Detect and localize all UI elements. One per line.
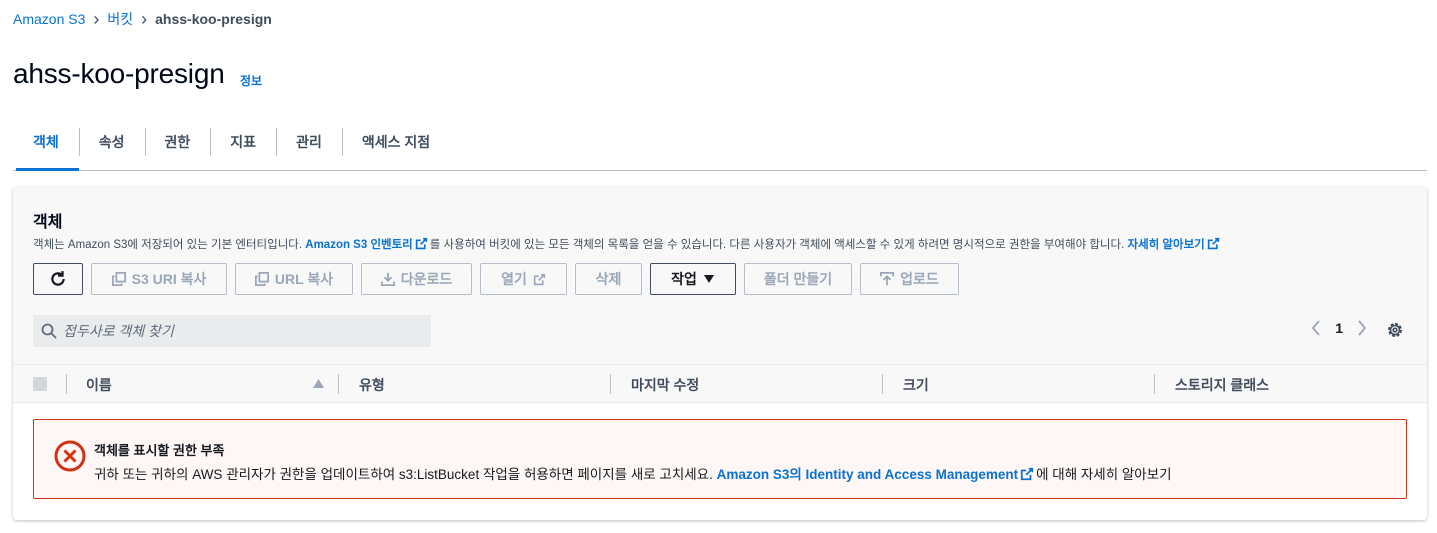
download-button[interactable]: 다운로드	[361, 263, 472, 295]
column-divider[interactable]	[338, 374, 339, 394]
button-label: 업로드	[900, 271, 939, 287]
external-link-icon	[1020, 467, 1034, 481]
permission-error-alert: 객체를 표시할 권한 부족 귀하 또는 귀하의 AWS 관리자가 권한을 업데이…	[33, 419, 1407, 499]
desc-text: 를 사용하여 버킷에 있는 모든 객체의 목록을 얻을 수 있습니다. 다른 사…	[429, 239, 1125, 251]
tab-permissions[interactable]: 권한	[144, 125, 211, 170]
external-link-icon	[415, 237, 427, 250]
chevron-right-icon: ›	[93, 9, 100, 29]
error-icon	[54, 440, 86, 472]
learn-more-link[interactable]: 자세히 알아보기	[1128, 239, 1205, 251]
button-label: 삭제	[595, 271, 622, 287]
tab-label: 액세스 지점	[361, 133, 431, 150]
info-link[interactable]: 정보	[240, 72, 262, 89]
sort-ascending-icon[interactable]	[313, 379, 324, 388]
tab-objects[interactable]: 객체	[13, 125, 79, 171]
upload-icon	[880, 272, 895, 286]
tab-label: 속성	[98, 133, 125, 150]
column-last-modified[interactable]: 마지막 수정	[631, 375, 699, 395]
tab-management[interactable]: 관리	[276, 125, 342, 170]
external-link-icon	[533, 273, 546, 285]
column-divider[interactable]	[1154, 374, 1155, 394]
tab-metrics[interactable]: 지표	[210, 125, 276, 170]
alert-text: 귀하 또는 귀하의 AWS 관리자가 권한을 업데이트하여 s3:ListBuc…	[94, 467, 713, 482]
button-label: 다운로드	[400, 271, 453, 287]
refresh-button[interactable]	[33, 263, 83, 295]
desc-text: 객체는 Amazon S3에 저장되어 있는 기본 엔터티입니다.	[33, 239, 303, 251]
upload-button[interactable]: 업로드	[860, 263, 959, 295]
iam-link[interactable]: Amazon S3의 Identity and Access Managemen…	[717, 467, 1019, 482]
tab-bar: 객체 속성 권한 지표 관리 액세스 지점	[13, 125, 1427, 171]
select-all-checkbox[interactable]	[33, 377, 47, 391]
objects-description: 객체는 Amazon S3에 저장되어 있는 기본 엔터티입니다. Amazon…	[33, 236, 1222, 252]
search-icon	[41, 323, 57, 339]
column-divider	[66, 374, 67, 394]
column-type[interactable]: 유형	[359, 375, 385, 395]
alert-title: 객체를 표시할 권한 부족	[94, 443, 225, 458]
chevron-left-icon[interactable]	[1311, 320, 1321, 336]
tab-label: 관리	[296, 133, 322, 150]
table-header: 이름 유형 마지막 수정 크기 스토리지 클래스	[13, 364, 1427, 403]
column-storage-class[interactable]: 스토리지 클래스	[1175, 375, 1269, 395]
breadcrumb-amazon-s3[interactable]: Amazon S3	[13, 11, 85, 27]
tab-access-points[interactable]: 액세스 지점	[341, 125, 450, 170]
inventory-link[interactable]: Amazon S3 인벤토리	[305, 239, 413, 251]
column-divider[interactable]	[882, 374, 883, 394]
button-label: 열기	[501, 271, 527, 287]
column-name[interactable]: 이름	[86, 375, 112, 395]
alert-text-tail: 에 대해 자세히 알아보기	[1036, 467, 1172, 482]
breadcrumb: Amazon S3 › 버킷 › ahss-koo-presign	[13, 9, 272, 29]
column-size[interactable]: 크기	[903, 375, 929, 395]
gear-icon[interactable]	[1386, 321, 1404, 339]
chevron-right-icon[interactable]	[1357, 320, 1367, 336]
column-divider[interactable]	[610, 374, 611, 394]
tab-label: 권한	[164, 133, 191, 150]
objects-panel: 객체 객체는 Amazon S3에 저장되어 있는 기본 엔터티입니다. Ama…	[13, 187, 1427, 520]
chevron-right-icon: ›	[141, 9, 148, 29]
open-button[interactable]: 열기	[480, 263, 567, 295]
page-title: ahss-koo-presign	[13, 58, 225, 89]
tab-label: 지표	[230, 133, 257, 150]
objects-title: 객체	[33, 214, 63, 231]
table-body: 객체를 표시할 권한 부족 귀하 또는 귀하의 AWS 관리자가 권한을 업데이…	[13, 403, 1427, 520]
copy-s3-uri-button[interactable]: S3 URI 복사	[91, 263, 227, 295]
page-number[interactable]: 1	[1335, 320, 1343, 336]
download-icon	[380, 272, 395, 286]
caret-down-icon	[703, 275, 714, 283]
delete-button[interactable]: 삭제	[575, 263, 642, 295]
tab-properties[interactable]: 속성	[78, 125, 145, 170]
button-label: 작업	[671, 271, 697, 287]
button-label: S3 URI 복사	[131, 271, 207, 287]
breadcrumb-buckets[interactable]: 버킷	[107, 9, 133, 29]
search-placeholder: 접두사로 객체 찾기	[63, 323, 174, 339]
button-label: URL 복사	[274, 271, 334, 287]
copy-icon	[111, 272, 126, 286]
search-input[interactable]: 접두사로 객체 찾기	[33, 315, 431, 347]
copy-url-button[interactable]: URL 복사	[235, 263, 353, 295]
copy-icon	[254, 272, 269, 286]
alert-message: 귀하 또는 귀하의 AWS 관리자가 권한을 업데이트하여 s3:ListBuc…	[94, 463, 1172, 483]
actions-dropdown[interactable]: 작업	[650, 263, 736, 295]
pagination: 1	[1311, 320, 1367, 336]
tab-label: 객체	[33, 133, 59, 150]
button-label: 폴더 만들기	[763, 271, 833, 287]
breadcrumb-current: ahss-koo-presign	[155, 11, 272, 27]
external-link-icon	[1207, 237, 1219, 250]
refresh-icon	[51, 271, 65, 286]
create-folder-button[interactable]: 폴더 만들기	[744, 263, 852, 295]
